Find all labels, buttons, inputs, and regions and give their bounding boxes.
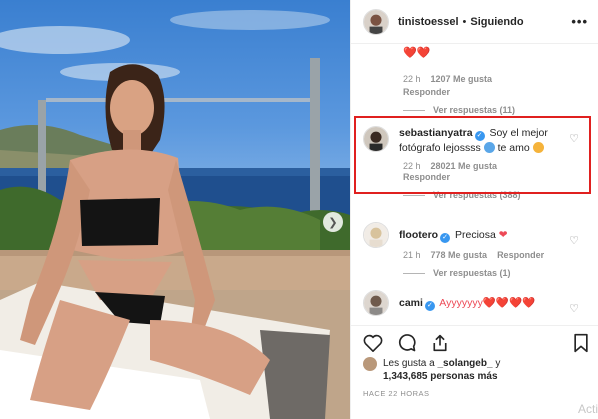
replies-divider xyxy=(403,194,425,196)
share-icon[interactable] xyxy=(431,333,449,353)
windows-activation-watermark: Acti xyxy=(577,402,598,416)
follow-status-button[interactable]: Siguiendo xyxy=(470,16,523,28)
owner-username[interactable]: tinistoessel xyxy=(398,16,459,28)
replies-divider xyxy=(403,272,425,274)
comment-meta: 21 h 778 Me gusta Responder xyxy=(403,250,593,260)
reply-button[interactable]: Responder xyxy=(403,87,450,97)
comment-time: 21 h xyxy=(403,250,421,260)
liker-username[interactable]: _solangeb_ xyxy=(438,358,493,369)
liker-avatar xyxy=(363,357,377,371)
view-replies-label[interactable]: Ver respuestas (1) xyxy=(433,268,511,278)
comment-text: Preciosa xyxy=(455,229,496,241)
comment-reply-row: Responder xyxy=(403,87,593,97)
likes-count[interactable]: 1,343,685 personas más xyxy=(383,371,498,382)
likes-prefix: Les gusta a xyxy=(383,358,435,369)
comment-meta: 22 h 1207 Me gusta xyxy=(403,74,593,84)
likes-text: Les gusta a _solangeb_ y 1,343,685 perso… xyxy=(383,357,500,383)
avatar-image xyxy=(364,223,388,247)
red-heart-emoji-icon: ❤ xyxy=(498,229,508,241)
verified-badge-icon: ✓ xyxy=(440,233,451,243)
view-replies-label[interactable]: Ver respuestas (11) xyxy=(433,105,515,115)
more-options-icon[interactable]: ••• xyxy=(571,14,588,29)
likes-connector: y xyxy=(495,358,501,369)
comment-item: cami ✓ Ayyyyyyy❤️❤️❤️❤️ ♡ xyxy=(363,290,593,316)
comment-body: flootero ✓ Preciosa ❤ xyxy=(399,228,569,243)
owner-avatar[interactable] xyxy=(363,8,389,35)
reply-button[interactable]: Responder xyxy=(497,250,544,260)
post-header: tinistoessel • Siguiendo ••• xyxy=(351,0,598,44)
comment-body: cami ✓ Ayyyyyyy❤️❤️❤️❤️ xyxy=(399,296,569,311)
comment-likes[interactable]: 1207 Me gusta xyxy=(431,74,493,84)
action-bar xyxy=(351,325,598,353)
comment-item: 22 h 1207 Me gusta Responder Ver respues… xyxy=(363,68,593,115)
photo-illustration xyxy=(0,10,350,419)
separator-dot: • xyxy=(462,15,467,28)
post-panel: tinistoessel • Siguiendo ••• ❤️❤️ 22 h 1… xyxy=(350,0,598,419)
replies-divider xyxy=(403,109,425,111)
commenter-username[interactable]: flootero xyxy=(399,229,438,241)
next-photo-button[interactable]: ❯ xyxy=(323,212,343,232)
avatar-image xyxy=(364,9,388,34)
comment-icon[interactable] xyxy=(397,333,417,353)
comment-time: 22 h xyxy=(403,74,421,84)
commenter-username[interactable]: cami xyxy=(399,297,423,309)
post-photo[interactable]: ❯ xyxy=(0,0,350,419)
chevron-right-icon: ❯ xyxy=(328,216,338,229)
commenter-avatar[interactable] xyxy=(363,222,389,248)
view-replies[interactable]: Ver respuestas (11) xyxy=(403,105,593,115)
comment-item: flootero ✓ Preciosa ❤ ♡ 21 h 778 Me gusta… xyxy=(363,222,593,278)
view-replies[interactable]: Ver respuestas (1) xyxy=(403,268,593,278)
highlight-box xyxy=(354,116,591,194)
heart-icon[interactable] xyxy=(363,334,383,352)
post-timestamp[interactable]: HACE 22 HORAS xyxy=(363,389,430,398)
bookmark-icon[interactable] xyxy=(573,333,589,353)
comment-likes[interactable]: 778 Me gusta xyxy=(431,250,488,260)
verified-badge-icon: ✓ xyxy=(424,301,435,311)
comment-like-heart-icon[interactable]: ♡ xyxy=(569,302,579,315)
commenter-avatar[interactable] xyxy=(363,290,389,316)
partial-comment-text: ❤️❤️ xyxy=(403,47,431,59)
comment-like-heart-icon[interactable]: ♡ xyxy=(569,234,579,247)
avatar-image xyxy=(364,291,388,315)
comment-text: Ayyyyyyy❤️❤️❤️❤️ xyxy=(439,297,536,309)
likes-summary: Les gusta a _solangeb_ y 1,343,685 perso… xyxy=(363,357,500,383)
